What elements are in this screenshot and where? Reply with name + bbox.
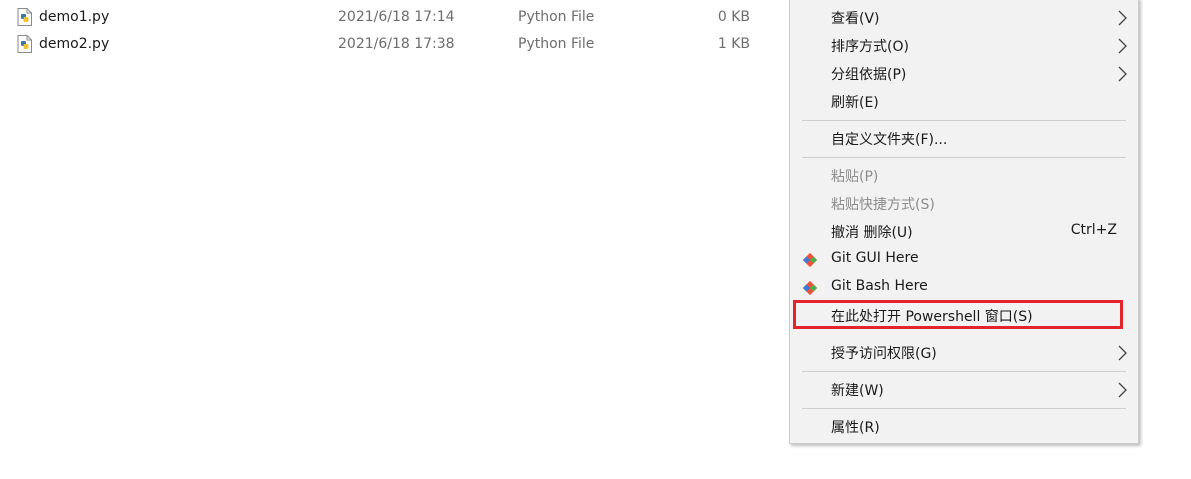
- menu-item-label: 新建(W): [831, 383, 884, 399]
- context-menu: 查看(V) 排序方式(O) 分组依据(P) 刷新(E) 自定义文件夹(F)...…: [789, 0, 1139, 444]
- menu-item-label: 分组依据(P): [831, 67, 907, 83]
- menu-item-label: 查看(V): [831, 11, 880, 27]
- chevron-right-icon: [1118, 66, 1127, 82]
- menu-item-give-access[interactable]: 授予访问权限(G): [790, 339, 1138, 367]
- menu-item-git-bash[interactable]: Git Bash Here: [790, 274, 1138, 302]
- python-file-icon: [17, 35, 32, 53]
- menu-item-properties[interactable]: 属性(R): [790, 413, 1138, 441]
- menu-item-label: 授予访问权限(G): [831, 346, 937, 362]
- file-name[interactable]: demo1.py: [39, 9, 109, 25]
- file-row[interactable]: demo2.py 2021/6/18 17:38 Python File 1 K…: [0, 32, 790, 59]
- menu-item-undo-delete[interactable]: 撤消 删除(U) Ctrl+Z: [790, 218, 1138, 246]
- menu-item-view[interactable]: 查看(V): [790, 4, 1138, 32]
- menu-item-sort-by[interactable]: 排序方式(O): [790, 32, 1138, 60]
- menu-item-paste-shortcut: 粘贴快捷方式(S): [790, 190, 1138, 218]
- file-size: 0 KB: [717, 9, 750, 25]
- file-name[interactable]: demo2.py: [39, 36, 109, 52]
- menu-item-open-powershell[interactable]: 在此处打开 Powershell 窗口(S): [790, 302, 1138, 330]
- menu-item-new[interactable]: 新建(W): [790, 376, 1138, 404]
- menu-item-label: 粘贴快捷方式(S): [831, 197, 935, 213]
- menu-item-git-gui[interactable]: Git GUI Here: [790, 246, 1138, 274]
- menu-item-group-by[interactable]: 分组依据(P): [790, 60, 1138, 88]
- chevron-right-icon: [1118, 10, 1127, 26]
- menu-item-customize-folder[interactable]: 自定义文件夹(F)...: [790, 125, 1138, 153]
- file-modified: 2021/6/18 17:14: [338, 9, 455, 25]
- menu-item-paste: 粘贴(P): [790, 162, 1138, 190]
- file-type: Python File: [518, 9, 595, 25]
- menu-separator: [802, 120, 1126, 121]
- file-row[interactable]: demo1.py 2021/6/18 17:14 Python File 0 K…: [0, 5, 790, 32]
- chevron-right-icon: [1118, 382, 1127, 398]
- python-file-icon: [17, 8, 32, 26]
- chevron-right-icon: [1118, 38, 1127, 54]
- menu-item-label: 排序方式(O): [831, 39, 909, 55]
- menu-item-label: 属性(R): [831, 420, 880, 436]
- menu-item-label: 在此处打开 Powershell 窗口(S): [831, 309, 1033, 325]
- menu-separator: [802, 371, 1126, 372]
- menu-item-label: Git Bash Here: [831, 278, 928, 294]
- file-size: 1 KB: [717, 36, 750, 52]
- file-modified: 2021/6/18 17:38: [338, 36, 455, 52]
- file-type: Python File: [518, 36, 595, 52]
- menu-item-label: Git GUI Here: [831, 250, 919, 266]
- menu-item-label: 刷新(E): [831, 95, 879, 111]
- menu-item-shortcut: Ctrl+Z: [1070, 222, 1117, 238]
- menu-item-label: 自定义文件夹(F)...: [831, 132, 948, 148]
- git-icon: [802, 280, 818, 296]
- chevron-right-icon: [1118, 345, 1127, 361]
- menu-item-refresh[interactable]: 刷新(E): [790, 88, 1138, 116]
- menu-separator: [802, 408, 1126, 409]
- git-icon: [802, 252, 818, 268]
- menu-separator: [802, 157, 1126, 158]
- menu-item-label: 粘贴(P): [831, 169, 879, 185]
- menu-item-label: 撤消 删除(U): [831, 225, 913, 241]
